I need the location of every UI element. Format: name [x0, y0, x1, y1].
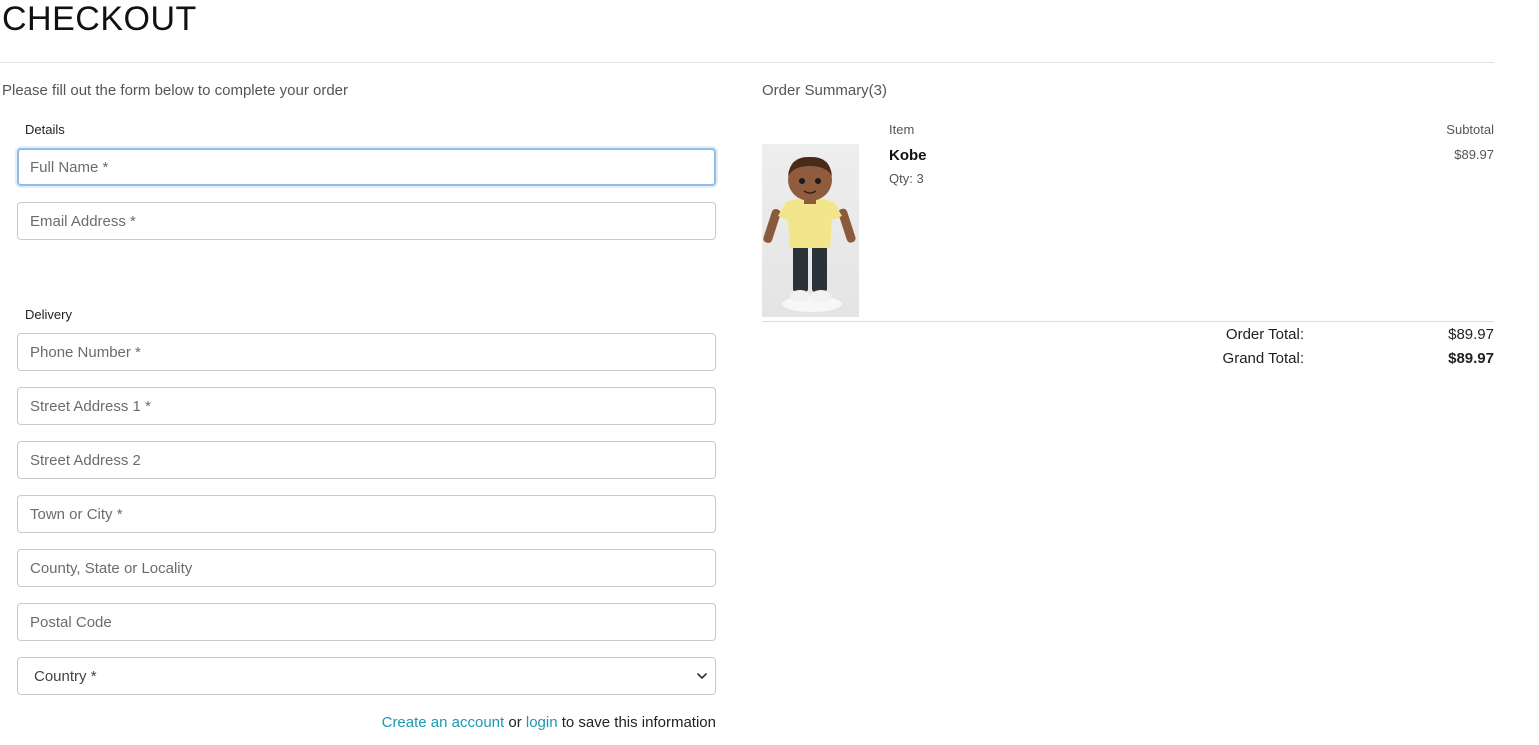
- title-divider: [0, 62, 1494, 63]
- account-suffix-text: to save this information: [561, 714, 716, 731]
- item-column-header: Item: [889, 122, 915, 137]
- order-summary-title: Order Summary(3): [762, 82, 888, 99]
- account-prompt: Create an account or login to save this …: [382, 714, 716, 731]
- product-subtotal: $89.97: [1454, 147, 1494, 162]
- street-address-1-input[interactable]: [17, 387, 716, 425]
- grand-total-label: Grand Total:: [1222, 350, 1304, 367]
- full-name-input[interactable]: [17, 148, 716, 186]
- delivery-label: Delivery: [25, 307, 72, 322]
- summary-divider: [762, 321, 1494, 322]
- town-city-input[interactable]: [17, 495, 716, 533]
- country-select[interactable]: Country *: [17, 657, 716, 695]
- product-name: Kobe: [889, 147, 927, 164]
- subtotal-column-header: Subtotal: [1446, 122, 1494, 137]
- street-address-2-input[interactable]: [17, 441, 716, 479]
- page-title: CHECKOUT: [2, 0, 197, 38]
- order-total-value: $89.97: [1448, 326, 1494, 343]
- grand-total-value: $89.97: [1448, 350, 1494, 367]
- county-input[interactable]: [17, 549, 716, 587]
- form-intro: Please fill out the form below to comple…: [2, 82, 349, 99]
- order-total-label: Order Total:: [1225, 326, 1304, 343]
- postal-code-input[interactable]: [17, 603, 716, 641]
- email-input[interactable]: [17, 202, 716, 240]
- chevron-down-icon: [697, 673, 707, 679]
- details-label: Details: [25, 122, 65, 137]
- phone-input[interactable]: [17, 333, 716, 371]
- country-select-value: Country *: [34, 668, 97, 685]
- create-account-link[interactable]: Create an account: [382, 714, 505, 731]
- account-or-text: or: [508, 714, 522, 731]
- login-link[interactable]: login: [526, 714, 558, 731]
- product-quantity: Qty: 3: [889, 171, 924, 186]
- product-image: [762, 144, 859, 317]
